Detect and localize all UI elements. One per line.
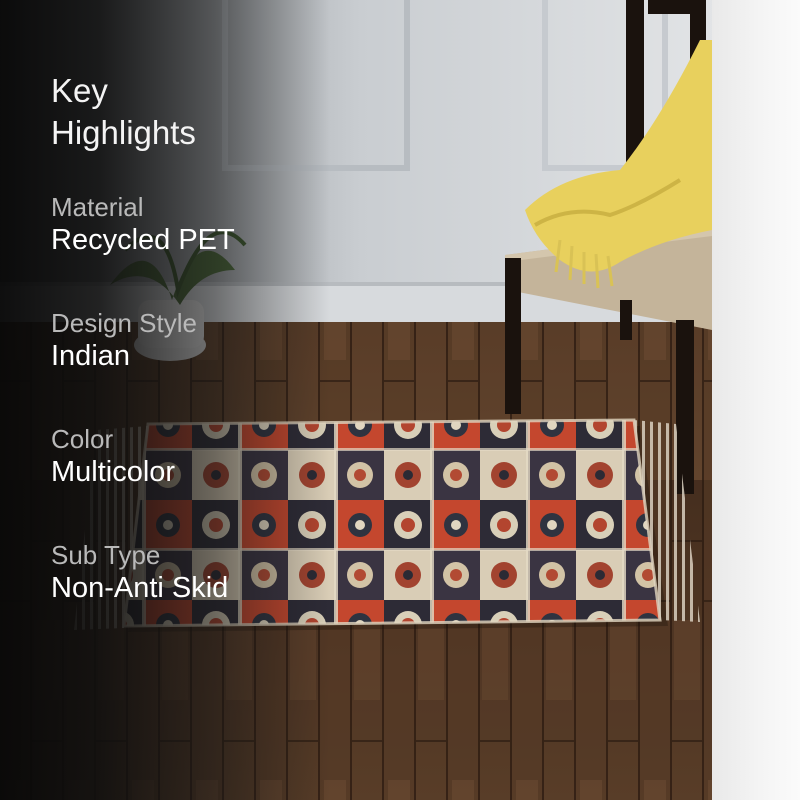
- highlight-value: Indian: [51, 340, 131, 372]
- highlight-value: Recycled PET: [51, 224, 235, 256]
- highlight-value: Non-Anti Skid: [51, 572, 229, 604]
- highlight-value: Multicolor: [51, 456, 176, 488]
- highlight-label: Material: [51, 192, 144, 222]
- highlight-label: Sub Type: [51, 540, 161, 570]
- title-line-2: Highlights: [51, 114, 196, 151]
- highlight-material: Material Recycled PET: [51, 192, 371, 258]
- right-edge-fade: [712, 0, 800, 800]
- key-highlights-panel: Key Highlights Material Recycled PET Des…: [51, 70, 351, 604]
- key-highlights-title: Key Highlights: [51, 70, 351, 154]
- highlight-label: Design Style: [51, 308, 197, 338]
- highlight-sub-type: Sub Type Non-Anti Skid: [51, 540, 371, 606]
- title-line-1: Key: [51, 72, 108, 109]
- highlight-design-style: Design Style Indian: [51, 308, 371, 374]
- highlight-label: Color: [51, 424, 114, 454]
- highlight-color: Color Multicolor: [51, 424, 371, 490]
- product-image: Key Highlights Material Recycled PET Des…: [0, 0, 800, 800]
